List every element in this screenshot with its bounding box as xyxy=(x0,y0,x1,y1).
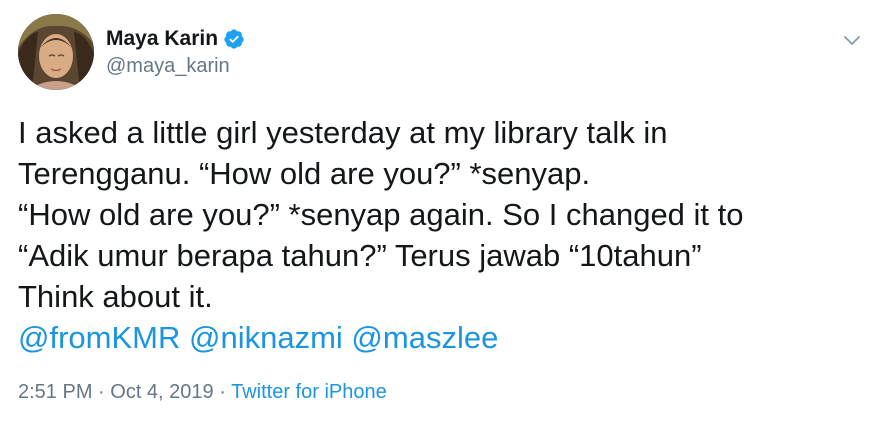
tweet-meta: 2:51 PM · Oct 4, 2019 · Twitter for iPho… xyxy=(18,380,860,404)
tweet-text-line: I asked a little girl yesterday at my li… xyxy=(18,115,668,150)
mention-link-niknazmi[interactable]: @niknazmi xyxy=(189,320,343,355)
meta-separator: · xyxy=(213,381,232,403)
tweet-card: Maya Karin @maya_karin I asked a little … xyxy=(0,0,882,429)
tweet-text-line: Think about it. xyxy=(18,279,213,314)
tweet-date[interactable]: Oct 4, 2019 xyxy=(110,381,213,403)
tweet-source-link[interactable]: Twitter for iPhone xyxy=(231,381,387,403)
tweet-text-line: Terengganu. “How old are you?” *senyap. xyxy=(18,156,591,191)
author-handle[interactable]: @maya_karin xyxy=(106,53,245,79)
chevron-down-icon[interactable] xyxy=(840,28,864,52)
verified-badge-icon xyxy=(223,28,245,50)
name-row: Maya Karin xyxy=(106,26,245,52)
mention-link-maszlee[interactable]: @maszlee xyxy=(351,320,498,355)
avatar[interactable] xyxy=(18,14,94,90)
display-name[interactable]: Maya Karin xyxy=(106,26,218,52)
mention-link-fromkmr[interactable]: @fromKMR xyxy=(18,320,180,355)
author-identity[interactable]: Maya Karin @maya_karin xyxy=(106,26,245,79)
tweet-text: I asked a little girl yesterday at my li… xyxy=(18,112,860,358)
tweet-text-line: “Adik umur berapa tahun?” Terus jawab “1… xyxy=(18,238,702,273)
tweet-time[interactable]: 2:51 PM xyxy=(18,381,92,403)
tweet-text-line: “How old are you?” *senyap again. So I c… xyxy=(18,197,744,232)
mentions-row: @fromKMR @niknazmi @maszlee xyxy=(18,317,860,358)
tweet-header: Maya Karin @maya_karin xyxy=(18,14,860,90)
meta-separator: · xyxy=(92,381,111,403)
